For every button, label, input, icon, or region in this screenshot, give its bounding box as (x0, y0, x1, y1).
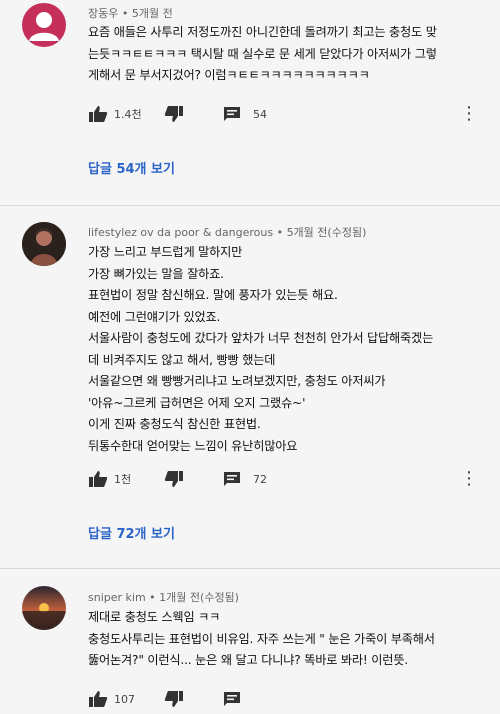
meta-separator: • (149, 591, 156, 604)
comment-line: 서울같으면 왜 빵빵거리냐고 노려보겠지만, 충청도 아저씨가 (88, 374, 386, 388)
comment-line: 충청도사투리는 표현법이 비유임. 자주 쓰는게 " 눈은 가죽이 부족해서 (88, 631, 435, 646)
like-count: 107 (114, 692, 135, 706)
comment-actions: 107 (88, 688, 488, 710)
comment-actions: 1.4천 54 ⋮ (88, 103, 488, 125)
thumbs-down-icon (164, 471, 183, 487)
more-vertical-icon[interactable]: ⋮ (460, 470, 478, 488)
author-name[interactable]: sniper kim (88, 591, 146, 604)
thumbs-down-icon (164, 691, 183, 707)
thumbs-up-icon (89, 471, 108, 487)
dislike-button[interactable] (164, 103, 184, 125)
reply-button[interactable]: 72 (223, 468, 267, 490)
comment-line: 가장 뼈가있는 말을 잘하죠. (88, 266, 224, 281)
reply-button[interactable]: 54 (223, 103, 267, 125)
comment-time: 5개월 전 (131, 7, 173, 20)
comment-time: 5개월 전(수정됨) (286, 226, 367, 239)
default-avatar-icon (29, 12, 59, 41)
dislike-button[interactable] (164, 468, 184, 490)
comment-line: 요즘 애들은 사투리 저정도까진 아니긴한데 돌려까기 최고는 충청도 맞 (88, 25, 437, 39)
reply-count: 54 (253, 107, 267, 121)
avatar[interactable] (22, 586, 66, 630)
like-count: 1천 (114, 473, 132, 486)
comment-line: 게해서 문 부서지겄어? 이럼ㅋㅌㅌㅋㅋㅋㅋㅋㅋㅋㅋㅋㅋ (88, 68, 370, 82)
comment-text: 가장 느리고 부드럽게 말하지만 가장 뼈가있는 말을 잘하죠. 표현법이 정말… (88, 242, 488, 457)
thumbs-up-icon (89, 691, 108, 707)
avatar[interactable] (22, 222, 66, 266)
comment-2: lifestylez ov da poor & dangerous • 5개월 … (0, 206, 500, 568)
reply-icon (224, 692, 240, 706)
comment-line: 표현법이 정말 참신해요. 말에 풍자가 있는듯 해요. (88, 288, 338, 302)
comment-line: 뚫어논겨?" 이런식... 눈은 왜 달고 다니냐? 똑바로 봐라! 이런뜻. (88, 653, 409, 667)
comment-line: '아유~그르케 급허면은 어제 오지 그랬슈~' (88, 395, 306, 410)
sunset-photo-icon (22, 586, 66, 630)
comment-meta: sniper kim • 1개월 전(수정됨) (88, 589, 239, 605)
comment-line: 예전에 그런얘기가 있었죠. (88, 309, 221, 324)
reply-button[interactable] (223, 688, 241, 710)
comment-time: 1개월 전(수정됨) (159, 591, 239, 604)
reply-count: 72 (253, 472, 267, 486)
more-vertical-icon[interactable]: ⋮ (460, 105, 478, 123)
avatar[interactable] (22, 3, 66, 47)
comment-text: 요즘 애들은 사투리 저정도까진 아니긴한데 돌려까기 최고는 충청도 맞 는듯… (88, 22, 488, 87)
meta-separator: • (121, 7, 129, 20)
like-button[interactable]: 1.4천 (88, 103, 142, 125)
comment-line: 서울사람이 충청도에 갔다가 앞차가 너무 천천히 안가서 답답해죽겠는 (88, 331, 434, 345)
comment-line: 가장 느리고 부드럽게 말하지만 (88, 245, 243, 259)
comment-3: sniper kim • 1개월 전(수정됨) 제대로 충청도 스웩임 ㅋㅋ 충… (0, 569, 500, 714)
view-replies-link[interactable]: 답글 72개 보기 (88, 523, 175, 542)
author-name[interactable]: 장동우 (88, 7, 118, 20)
like-count: 1.4천 (114, 108, 142, 121)
comment-line: 이게 진짜 충청도식 참신한 표현법. (88, 417, 261, 431)
comment-line: 제대로 충청도 스웩임 ㅋㅋ (88, 610, 221, 624)
reply-icon (224, 472, 240, 486)
comment-meta: lifestylez ov da poor & dangerous • 5개월 … (88, 224, 366, 240)
comment-line: 뒤통수한대 얻어맞는 느낌이 유난히많아요 (88, 438, 298, 453)
like-button[interactable]: 107 (88, 688, 135, 710)
author-name[interactable]: lifestylez ov da poor & dangerous (88, 226, 273, 239)
comment-actions: 1천 72 ⋮ (88, 468, 488, 490)
comment-1: 장동우 • 5개월 전 요즘 애들은 사투리 저정도까진 아니긴한데 돌려까기 … (0, 0, 500, 205)
comment-line: 데 비켜주지도 않고 해서, 빵빵 했는데 (88, 352, 276, 367)
comment-text: 제대로 충청도 스웩임 ㅋㅋ 충청도사투리는 표현법이 비유임. 자주 쓰는게 … (88, 607, 488, 672)
thumbs-down-icon (164, 106, 183, 122)
reply-icon (224, 107, 240, 121)
like-button[interactable]: 1천 (88, 468, 131, 490)
dislike-button[interactable] (164, 688, 184, 710)
comment-meta: 장동우 • 5개월 전 (88, 5, 173, 21)
view-replies-link[interactable]: 답글 54개 보기 (88, 158, 175, 177)
thumbs-up-icon (89, 106, 108, 122)
comment-line: 는듯ㅋㅋㅌㅌㅋㅋㅋ 택시탈 때 실수로 문 세게 닫았다가 아저씨가 그렇 (88, 46, 437, 61)
meta-separator: • (276, 226, 284, 239)
user-photo-icon (22, 222, 66, 266)
